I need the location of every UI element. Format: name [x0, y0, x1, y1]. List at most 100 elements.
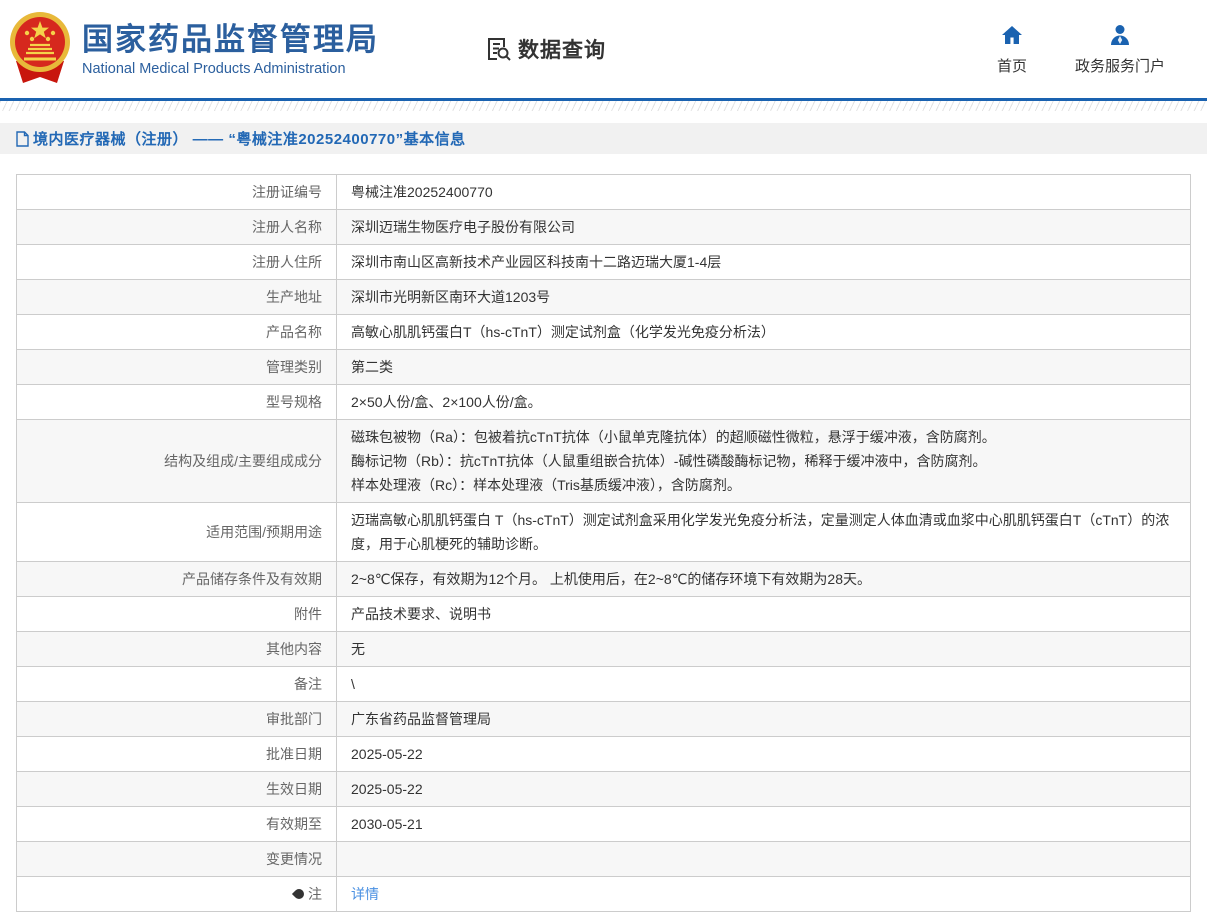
row-label-text: 注 [308, 886, 322, 902]
row-label-text: 生效日期 [266, 781, 322, 797]
row-label-text: 附件 [294, 606, 322, 622]
row-value [336, 841, 1191, 877]
row-label: 变更情况 [16, 841, 337, 877]
row-label-text: 型号规格 [266, 394, 322, 410]
table-row: 注册证编号 粤械注准20252400770 [16, 174, 1191, 210]
org-title-cn: 国家药品监督管理局 [82, 21, 379, 57]
row-label: 产品储存条件及有效期 [16, 561, 337, 597]
row-value-line: 酶标记物（Rb）：抗cTnT抗体（人鼠重组嵌合抗体）-碱性磷酸酶标记物，稀释于缓… [351, 453, 987, 469]
table-row: 管理类别 第二类 [16, 349, 1191, 385]
row-value: 无 [336, 631, 1191, 667]
row-label-text: 结构及组成/主要组成成分 [164, 453, 322, 469]
row-value: 2025-05-22 [336, 736, 1191, 772]
table-row: 注册人住所 深圳市南山区高新技术产业园区科技南十二路迈瑞大厦1-4层 [16, 244, 1191, 280]
document-icon [16, 130, 29, 147]
row-label: 型号规格 [16, 384, 337, 420]
row-label: 注册证编号 [16, 174, 337, 210]
row-label: 注册人名称 [16, 209, 337, 245]
table-row: 结构及组成/主要组成成分 磁珠包被物（Ra）：包被着抗cTnT抗体（小鼠单克隆抗体… [16, 419, 1191, 503]
row-value: 磁珠包被物（Ra）：包被着抗cTnT抗体（小鼠单克隆抗体）的超顺磁性微粒，悬浮于… [336, 419, 1191, 503]
row-label: 生效日期 [16, 771, 337, 807]
brand-text: 国家药品监督管理局 National Medical Products Admi… [82, 22, 379, 77]
table-row: 生效日期 2025-05-22 [16, 771, 1191, 807]
row-value: 2~8℃保存，有效期为12个月。 上机使用后，在2~8℃的储存环境下有效期为28… [336, 561, 1191, 597]
row-label-text: 批准日期 [266, 746, 322, 762]
row-label: 注 [16, 876, 337, 912]
row-value: 高敏心肌肌钙蛋白T（hs-cTnT）测定试剂盒（化学发光免疫分析法） [336, 314, 1191, 350]
home-icon [1000, 23, 1024, 47]
row-label: 生产地址 [16, 279, 337, 315]
row-value: \ [336, 666, 1191, 702]
row-value: 深圳迈瑞生物医疗电子股份有限公司 [336, 209, 1191, 245]
row-value: 深圳市光明新区南环大道1203号 [336, 279, 1191, 315]
table-row: 其他内容无 [16, 631, 1191, 667]
data-query-label: 数据查询 [518, 39, 606, 62]
nav-home-label: 首页 [996, 57, 1027, 75]
row-label: 适用范围/预期用途 [16, 502, 337, 562]
row-label-text: 审批部门 [266, 711, 322, 727]
table-row: 附件 产品技术要求、说明书 [16, 596, 1191, 632]
row-label-text: 生产地址 [266, 289, 322, 305]
info-table-body: 注册证编号 粤械注准20252400770 注册人名称 深圳迈瑞生物医疗电子股份有限公… [16, 174, 1191, 912]
table-row: 备注 \ [16, 666, 1191, 702]
row-value: 广东省药品监督管理局 [336, 701, 1191, 737]
row-label: 产品名称 [16, 314, 337, 350]
table-row: 型号规格 2×50人份/盒、2×100人份/盒。 [16, 384, 1191, 420]
row-value: 2×50人份/盒、2×100人份/盒。 [336, 384, 1191, 420]
table-row: 适用范围/预期用途 迈瑞高敏心肌肌钙蛋白 T（hs-cTnT）测定试剂盒采用化学发… [16, 502, 1191, 562]
row-label-text: 备注 [294, 676, 322, 692]
national-emblem-icon [8, 11, 72, 87]
row-value: 迈瑞高敏心肌肌钙蛋白 T（hs-cTnT）测定试剂盒采用化学发光免疫分析法，定量… [336, 502, 1191, 562]
registration-info-panel: 注册证编号 粤械注准20252400770 注册人名称 深圳迈瑞生物医疗电子股份有限公… [16, 174, 1191, 912]
row-label-text: 注册人住所 [252, 254, 322, 270]
row-value: 2025-05-22 [336, 771, 1191, 807]
row-value: 深圳市南山区高新技术产业园区科技南十二路迈瑞大厦1-4层 [336, 244, 1191, 280]
org-title-en: National Medical Products Administration [82, 60, 346, 77]
row-label-text: 产品储存条件及有效期 [182, 571, 322, 587]
table-row: 生产地址 深圳市光明新区南环大道1203号 [16, 279, 1191, 315]
row-value: 详情 [336, 876, 1191, 912]
row-label-text: 注册证编号 [252, 184, 322, 200]
row-label-text: 变更情况 [266, 851, 322, 867]
nav-portal[interactable]: 政务服务门户 [1075, 23, 1165, 76]
registration-info-table: 注册证编号 粤械注准20252400770 注册人名称 深圳迈瑞生物医疗电子股份有限公… [16, 174, 1191, 912]
row-label: 批准日期 [16, 736, 337, 772]
row-label-text: 有效期至 [266, 816, 322, 832]
row-label: 管理类别 [16, 349, 337, 385]
row-label-text: 管理类别 [266, 359, 322, 375]
table-row: 产品储存条件及有效期 2~8℃保存，有效期为12个月。 上机使用后，在2~8℃的储… [16, 561, 1191, 597]
table-row: 注 详情 [16, 876, 1191, 912]
row-value-line: 磁珠包被物（Ra）：包被着抗cTnT抗体（小鼠单克隆抗体）的超顺磁性微粒，悬浮于… [351, 429, 996, 445]
row-label: 备注 [16, 666, 337, 702]
row-value-line: 样本处理液（Rc）：样本处理液（Tris基质缓冲液），含防腐剂。 [351, 477, 741, 493]
site-header: 国家药品监督管理局 National Medical Products Admi… [0, 0, 1207, 98]
nav-home[interactable]: 首页 [997, 23, 1027, 76]
row-value: 粤械注准20252400770 [336, 174, 1191, 210]
brand-logo-block[interactable]: 国家药品监督管理局 National Medical Products Admi… [8, 11, 379, 87]
row-label: 结构及组成/主要组成成分 [16, 419, 337, 503]
hatch-pattern-band [0, 101, 1207, 111]
row-label-text: 适用范围/预期用途 [206, 524, 322, 540]
row-value: 2030-05-21 [336, 806, 1191, 842]
row-label: 有效期至 [16, 806, 337, 842]
user-icon [1108, 23, 1132, 47]
table-row: 有效期至 2030-05-21 [16, 806, 1191, 842]
row-label: 注册人住所 [16, 244, 337, 280]
row-label-text: 注册人名称 [252, 219, 322, 235]
detail-link[interactable]: 详情 [351, 886, 379, 902]
row-label-text: 产品名称 [266, 324, 322, 340]
table-row: 批准日期 2025-05-22 [16, 736, 1191, 772]
row-label-text: 其他内容 [266, 641, 322, 657]
breadcrumb-title: 境内医疗器械（注册） —— “粤械注准20252400770”基本信息 [33, 131, 466, 148]
table-row: 变更情况 [16, 841, 1191, 877]
data-query-section: 数据查询 [484, 34, 606, 64]
table-row: 产品名称 高敏心肌肌钙蛋白T（hs-cTnT）测定试剂盒（化学发光免疫分析法） [16, 314, 1191, 350]
row-label: 附件 [16, 596, 337, 632]
row-value: 第二类 [336, 349, 1191, 385]
nav-portal-label: 政务服务门户 [1074, 57, 1165, 75]
row-label: 其他内容 [16, 631, 337, 667]
breadcrumb: 境内医疗器械（注册） —— “粤械注准20252400770”基本信息 [0, 123, 1207, 154]
header-nav: 首页 政务服务门户 [997, 23, 1207, 76]
data-query-icon [484, 35, 512, 63]
table-row: 注册人名称 深圳迈瑞生物医疗电子股份有限公司 [16, 209, 1191, 245]
